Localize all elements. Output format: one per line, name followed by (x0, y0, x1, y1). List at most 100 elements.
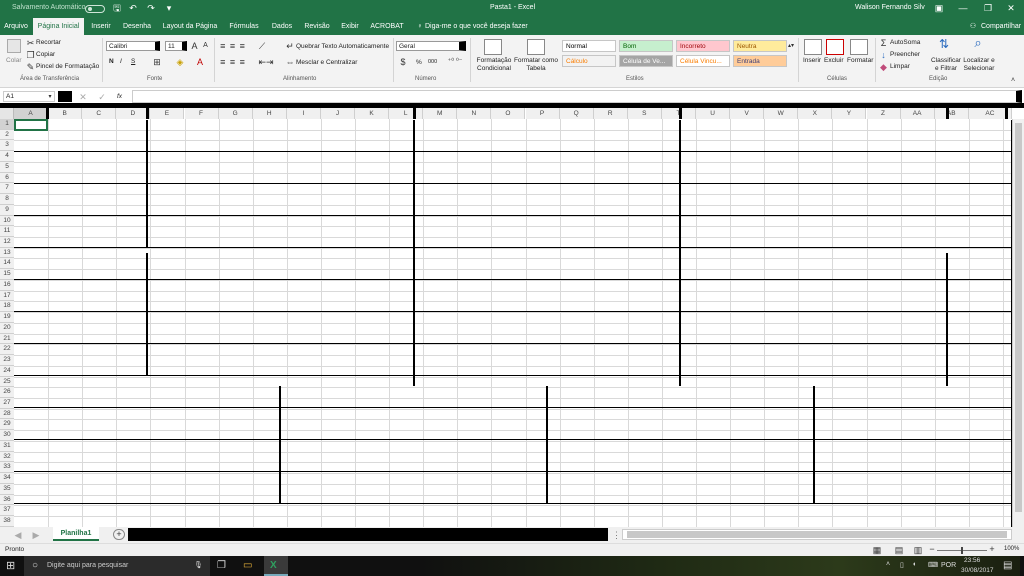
worksheet-grid[interactable]: ABCDEFGHIJKLMNOPQRSTUVWXYZAAABAC 1234567… (0, 106, 1024, 528)
active-cell[interactable] (14, 119, 48, 131)
row-header[interactable]: 15 (0, 269, 14, 280)
column-header[interactable]: B (48, 108, 83, 119)
vertical-align-icons[interactable]: ≡ ≡ ≡ (218, 41, 248, 51)
column-header[interactable]: O (491, 108, 526, 119)
column-header[interactable]: C (82, 108, 117, 119)
tell-me-input[interactable]: Diga-me o que você deseja fazer (425, 18, 528, 35)
fill-button[interactable]: Preencher (890, 51, 920, 58)
tab-split-icon[interactable]: ⋮ (612, 530, 621, 540)
tab-inserir[interactable]: Inserir (86, 18, 116, 35)
tab-exibir[interactable]: Exibir (338, 18, 362, 35)
row-header[interactable]: 31 (0, 440, 14, 452)
user-name[interactable]: Walison Fernando Silv (855, 4, 925, 11)
orientation-icon[interactable]: ⟋ (256, 41, 268, 51)
new-sheet-icon[interactable]: + (113, 529, 125, 540)
volume-icon[interactable]: ◖ (912, 561, 916, 568)
save-icon[interactable]: 🖫 (112, 3, 122, 14)
normal-view-icon[interactable]: ▦ (872, 545, 882, 555)
row-header[interactable]: 35 (0, 483, 14, 495)
copy-button[interactable]: Copiar (36, 51, 55, 58)
row-header[interactable]: 23 (0, 355, 14, 366)
cell-style-8[interactable]: Entrada (733, 55, 787, 67)
share-button[interactable]: Compartilhar (981, 18, 1021, 35)
tab-acrobat[interactable]: ACROBAT (368, 18, 406, 35)
vertical-scrollbar[interactable] (1012, 119, 1024, 527)
row-header[interactable]: 2 (0, 129, 14, 141)
column-header[interactable]: I (286, 108, 321, 119)
conditional-format-button[interactable]: Formatação Condicional (474, 57, 514, 73)
merge-center-button[interactable]: Mesclar e Centralizar (296, 59, 357, 66)
column-header[interactable]: K (355, 108, 390, 119)
row-header[interactable]: 29 (0, 419, 14, 431)
prev-sheet-icon[interactable]: ◀ (14, 530, 22, 540)
row-header[interactable]: 7 (0, 183, 14, 195)
find-select-button[interactable]: Localizar e Selecionar (962, 57, 996, 73)
column-header[interactable]: L (389, 108, 424, 119)
font-name-box[interactable]: Calibri (106, 41, 160, 51)
row-header[interactable]: 30 (0, 430, 14, 441)
cell-style-7[interactable]: Célula Vincu... (676, 55, 730, 67)
row-header[interactable]: 4 (0, 151, 14, 162)
column-header[interactable]: F (184, 108, 219, 119)
horizontal-scrollbar[interactable] (622, 529, 1012, 540)
column-header[interactable]: W (764, 108, 799, 119)
ribbon-options-icon[interactable]: ▣ (934, 3, 944, 14)
decimal-icons[interactable]: ⁺⁰ ⁰⁻ (444, 57, 466, 67)
cut-button[interactable]: Recortar (36, 39, 61, 46)
row-header[interactable]: 13 (0, 247, 14, 259)
currency-icon[interactable]: $ (397, 57, 409, 67)
percent-button[interactable]: % (416, 59, 422, 66)
task-view-icon[interactable]: ❐ (217, 560, 226, 571)
row-header[interactable]: 9 (0, 204, 14, 216)
row-header[interactable]: 38 (0, 516, 14, 527)
row-header[interactable]: 3 (0, 140, 14, 152)
close-icon[interactable]: ✕ (1006, 3, 1016, 14)
row-header[interactable]: 36 (0, 494, 14, 506)
tab-dados[interactable]: Dados (268, 18, 296, 35)
row-header[interactable]: 16 (0, 279, 14, 291)
tab-revisao[interactable]: Revisão (301, 18, 333, 35)
file-explorer-icon[interactable]: ▭ (243, 560, 252, 571)
border-icon[interactable]: ⊞ (152, 57, 162, 67)
customize-icon[interactable]: ▾ (164, 3, 174, 14)
vertical-scroll-thumb[interactable] (1015, 123, 1022, 512)
column-header[interactable]: H (252, 108, 287, 119)
next-sheet-icon[interactable]: ▶ (32, 530, 40, 540)
row-header[interactable]: 32 (0, 451, 14, 463)
column-header[interactable]: Z (866, 108, 901, 119)
increase-font-icon[interactable]: A (190, 41, 199, 51)
redo-icon[interactable]: ↷ (146, 3, 156, 14)
cell-style-3[interactable]: Incorreto (676, 40, 730, 52)
clear-button[interactable]: Limpar (890, 63, 910, 70)
sheet-tab-planilha1[interactable]: Planilha1 (53, 527, 99, 541)
number-format-box[interactable]: Geral (396, 41, 466, 51)
decrease-font-icon[interactable]: A (201, 41, 210, 51)
paste-icon[interactable] (7, 39, 21, 53)
clock-date[interactable]: 30/08/2017 (961, 567, 994, 574)
row-header[interactable]: 10 (0, 215, 14, 227)
row-header[interactable]: 8 (0, 194, 14, 205)
enter-icon[interactable]: ✓ (98, 92, 106, 102)
format-as-table-button[interactable]: Formatar como Tabela (513, 57, 559, 73)
tray-chevron-icon[interactable]: ˄ (886, 561, 890, 568)
column-header[interactable]: M (423, 108, 458, 119)
insert-cells-button[interactable]: Inserir (803, 57, 821, 64)
page-break-icon[interactable]: ▥ (913, 545, 923, 555)
cell-style-6[interactable]: Célula de Ve... (619, 55, 673, 67)
gallery-scroll-icon[interactable]: ▴▾ (787, 41, 795, 51)
font-color-icon[interactable]: A (195, 57, 205, 67)
column-header[interactable]: Y (832, 108, 867, 119)
zoom-slider-thumb[interactable] (961, 547, 963, 554)
row-header[interactable]: 5 (0, 161, 14, 173)
row-header[interactable]: 14 (0, 258, 14, 270)
formula-bar-resize-handle[interactable] (58, 91, 72, 102)
column-header[interactable]: S (627, 108, 662, 119)
row-header[interactable]: 26 (0, 387, 14, 398)
zoom-level[interactable]: 100% (1004, 546, 1019, 552)
cell-style-4[interactable]: Neutra (733, 40, 787, 52)
page-layout-icon[interactable]: ▤ (894, 545, 904, 555)
row-header[interactable]: 22 (0, 344, 14, 356)
italic-button[interactable]: I (120, 58, 122, 65)
row-header[interactable]: 19 (0, 312, 14, 323)
cell-style-5[interactable]: Cálculo (562, 55, 616, 67)
